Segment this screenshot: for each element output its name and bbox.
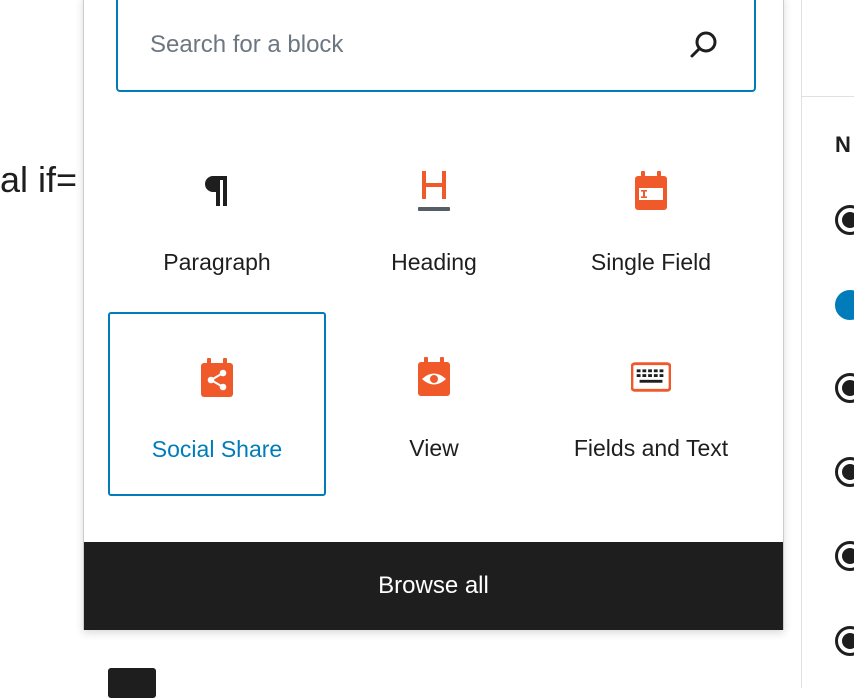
block-label: View bbox=[409, 435, 459, 461]
radio-option-5[interactable] bbox=[835, 541, 854, 571]
block-label: Social Share bbox=[151, 436, 283, 462]
block-item-view[interactable]: View bbox=[325, 312, 543, 496]
browse-all-button[interactable]: Browse all bbox=[84, 542, 783, 630]
search-box bbox=[116, 0, 756, 92]
sidebar-divider bbox=[802, 96, 854, 97]
single-field-icon bbox=[631, 169, 671, 213]
block-label: Fields and Text bbox=[573, 435, 729, 461]
radio-option-2[interactable] bbox=[835, 290, 854, 320]
block-item-paragraph[interactable]: Paragraph bbox=[108, 126, 326, 310]
radio-option-4[interactable] bbox=[835, 457, 854, 487]
keyboard-icon bbox=[631, 355, 671, 399]
search-icon[interactable] bbox=[688, 29, 720, 61]
block-label: Paragraph bbox=[163, 249, 271, 275]
block-item-social-share[interactable]: Social Share bbox=[108, 312, 326, 496]
radio-option-1[interactable] bbox=[835, 205, 854, 235]
share-icon bbox=[197, 356, 237, 400]
paragraph-icon bbox=[197, 169, 237, 213]
settings-sidebar: N bbox=[801, 0, 854, 688]
block-label: Single Field bbox=[590, 249, 712, 275]
heading-icon bbox=[414, 169, 454, 213]
block-inserter-popover: Paragraph Heading bbox=[83, 0, 784, 630]
editor-content-text: al if= bbox=[0, 159, 78, 200]
block-item-fields-and-text[interactable]: Fields and Text bbox=[542, 312, 760, 496]
radio-option-3[interactable] bbox=[835, 373, 854, 403]
block-item-single-field[interactable]: Single Field bbox=[542, 126, 760, 310]
radio-option-6[interactable] bbox=[835, 626, 854, 656]
block-toolbar-button[interactable] bbox=[108, 668, 156, 698]
block-search-input[interactable] bbox=[148, 24, 672, 66]
block-item-heading[interactable]: Heading bbox=[325, 126, 543, 310]
view-eye-icon bbox=[414, 355, 454, 399]
sidebar-heading: N bbox=[835, 132, 851, 157]
block-label: Heading bbox=[391, 249, 477, 275]
